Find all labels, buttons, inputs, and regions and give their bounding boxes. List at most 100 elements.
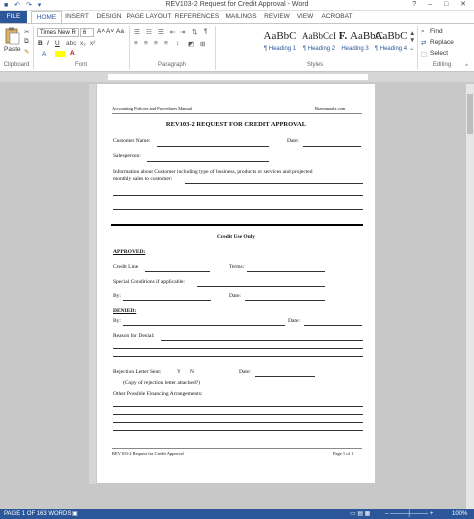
bold-button[interactable]: B (38, 40, 43, 47)
style-name: ¶ Heading 4 (374, 46, 408, 52)
date-field[interactable] (303, 146, 361, 147)
page-count[interactable]: PAGE 1 OF 1 (4, 509, 40, 519)
horizontal-ruler[interactable] (0, 72, 474, 82)
scrollbar-thumb[interactable] (467, 94, 473, 134)
font-group-label: Font (74, 62, 87, 68)
increase-indent-icon[interactable]: ⇥ (180, 28, 185, 36)
borders-icon[interactable]: ⊞ (200, 40, 205, 48)
rejection-yes-option[interactable]: Y (177, 369, 181, 375)
rejection-no-option[interactable]: N (190, 369, 194, 375)
copy-icon[interactable]: ⧉ (24, 38, 29, 46)
style-heading-4[interactable]: AaBbC ¶ Heading 4 (374, 28, 408, 60)
paste-icon[interactable] (4, 27, 20, 45)
tab-page-layout[interactable]: PAGE LAYOUT (126, 11, 172, 23)
find-icon[interactable]: ⌕ (421, 28, 425, 36)
info-field[interactable] (185, 183, 363, 184)
tab-acrobat[interactable]: ACROBAT (318, 11, 356, 23)
financing-field[interactable] (113, 406, 363, 407)
tab-review[interactable]: REVIEW (262, 11, 292, 23)
tab-mailings[interactable]: MAILINGS (222, 11, 260, 23)
denial-reason-field[interactable] (113, 356, 363, 357)
tab-view[interactable]: VIEW (294, 11, 316, 23)
denial-reason-field[interactable] (113, 348, 363, 349)
tab-insert[interactable]: INSERT (62, 11, 92, 23)
styles-group-label: Styles (306, 62, 324, 68)
ruler-text-area (108, 74, 368, 80)
numbering-icon[interactable]: ☷ (146, 28, 152, 36)
change-case-button[interactable]: Aa (116, 28, 124, 35)
decrease-indent-icon[interactable]: ⇤ (170, 28, 175, 36)
denial-reason-field[interactable] (161, 340, 363, 341)
replace-button[interactable]: Replace (430, 39, 454, 46)
align-center-icon[interactable]: ≡ (144, 40, 148, 47)
cut-icon[interactable]: ✂ (24, 28, 29, 36)
document-page[interactable]: Accounting Policies and Procedures Manua… (97, 84, 375, 483)
shrink-font-button[interactable]: A˅ (106, 28, 114, 35)
select-icon[interactable]: ⬚ (421, 50, 427, 58)
font-size-box[interactable]: 6 (80, 28, 94, 37)
tab-references[interactable]: REFERENCES (174, 11, 220, 23)
style-heading-2[interactable]: AaBbCcI ¶ Heading 2 (301, 28, 337, 60)
zoom-level[interactable]: 100% (452, 509, 467, 519)
show-marks-icon[interactable]: ¶ (204, 28, 208, 35)
font-name-box[interactable]: Times New R (37, 28, 79, 37)
select-button[interactable]: Select (430, 50, 448, 57)
subscript-icon[interactable]: x₂ (80, 40, 86, 47)
paste-button[interactable]: Paste (4, 46, 21, 53)
style-heading-3[interactable]: AaBbC Heading 3 (338, 28, 383, 60)
line-spacing-icon[interactable]: ↕ (176, 40, 179, 47)
info-field[interactable] (113, 209, 363, 210)
zoom-slider[interactable]: – ────┼──── + (385, 509, 433, 519)
denied-by-field[interactable] (123, 325, 285, 326)
financing-field[interactable] (113, 422, 363, 423)
format-painter-icon[interactable]: ✎ (24, 48, 29, 56)
approved-by-field[interactable] (123, 300, 211, 301)
bullets-icon[interactable]: ☰ (134, 28, 140, 36)
collapse-ribbon-icon[interactable]: ^ (465, 63, 468, 70)
word-count[interactable]: 63 WORDS (40, 509, 71, 519)
title-bar: ■ ↶ ↷ ▾ REV103-2 Request for Credit Appr… (0, 0, 474, 11)
superscript-icon[interactable]: x² (90, 40, 95, 47)
proofing-icon[interactable]: ▣ (72, 509, 78, 519)
rejection-date-field[interactable] (255, 376, 315, 377)
ribbon-tabs: FILE HOME INSERT DESIGN PAGE LAYOUT REFE… (0, 11, 474, 24)
clipboard-group-label: Clipboard (3, 62, 30, 68)
justify-icon[interactable]: ≡ (164, 40, 168, 47)
italic-button[interactable]: I (47, 40, 49, 47)
credit-line-label: Credit Line (113, 264, 139, 270)
window-controls[interactable]: ? – □ ✕ (412, 0, 471, 8)
underline-button[interactable]: U (55, 40, 60, 47)
sort-icon[interactable]: ⇅ (192, 28, 197, 36)
terms-field[interactable] (247, 271, 325, 272)
strikethrough-icon[interactable]: abc (66, 40, 76, 47)
align-left-icon[interactable]: ≡ (134, 40, 138, 47)
denied-heading: DENIED: (113, 308, 137, 314)
customer-name-field[interactable] (157, 146, 269, 147)
highlight-icon[interactable] (55, 51, 65, 57)
multilevel-list-icon[interactable]: ☰ (158, 28, 164, 36)
font-color-button[interactable]: A (70, 50, 75, 57)
tab-file[interactable]: FILE (0, 11, 27, 23)
denied-date-field[interactable] (304, 325, 362, 326)
special-conditions-field[interactable] (197, 286, 325, 287)
salesperson-field[interactable] (147, 161, 269, 162)
tab-design[interactable]: DESIGN (94, 11, 124, 23)
financing-field[interactable] (113, 430, 363, 431)
view-buttons-icon[interactable]: ▭ ▤ ▦ (350, 509, 370, 519)
shading-icon[interactable]: ◩ (188, 40, 194, 48)
info-field[interactable] (113, 195, 363, 196)
customer-name-label: Customer Name: (113, 138, 151, 144)
find-button[interactable]: Find (430, 28, 443, 35)
align-right-icon[interactable]: ≡ (154, 40, 158, 47)
credit-line-field[interactable] (145, 271, 210, 272)
vertical-scrollbar[interactable] (466, 84, 474, 509)
vertical-ruler[interactable] (89, 84, 96, 484)
replace-icon[interactable]: ⇄ (421, 39, 426, 47)
financing-field[interactable] (113, 414, 363, 415)
header-rule (112, 113, 362, 114)
approved-date-field[interactable] (245, 300, 325, 301)
text-effects-icon[interactable]: A (42, 51, 46, 58)
styles-scroll-icon[interactable]: ▲ ▼ ⌄ (409, 30, 415, 52)
style-heading-1[interactable]: AaBbC ¶ Heading 1 (263, 28, 297, 60)
grow-font-button[interactable]: A˄ (97, 28, 105, 35)
